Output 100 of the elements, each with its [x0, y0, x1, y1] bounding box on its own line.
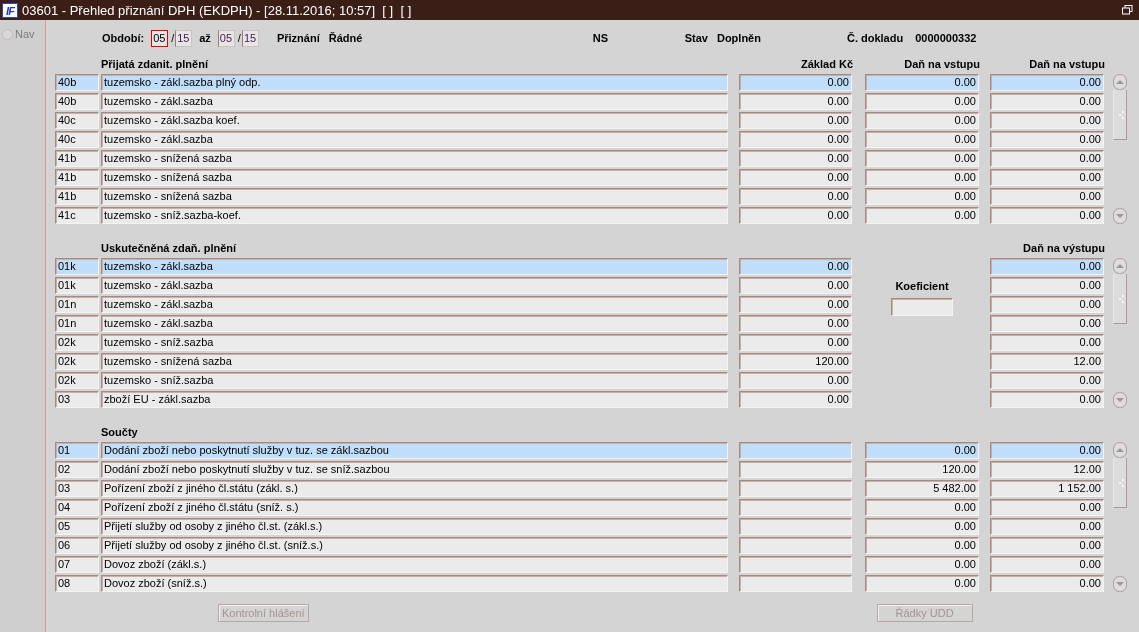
code-field[interactable]: 07 — [55, 556, 99, 573]
amount-field[interactable] — [739, 556, 852, 573]
code-field[interactable]: 01k — [55, 277, 99, 294]
code-field[interactable]: 41b — [55, 150, 99, 167]
amount-field[interactable] — [739, 575, 852, 592]
amount-field[interactable]: 12.00 — [990, 353, 1104, 370]
scroll-thumb[interactable] — [1113, 458, 1127, 508]
scroll-up-icon[interactable] — [1113, 74, 1128, 90]
description-field[interactable]: Dovoz zboží (sníž.s.) — [101, 575, 728, 592]
code-field[interactable]: 02k — [55, 353, 99, 370]
description-field[interactable]: tuzemsko - zákl.sazba — [101, 258, 728, 275]
amount-field[interactable]: 1 152.00 — [990, 480, 1104, 497]
code-field[interactable]: 02k — [55, 334, 99, 351]
code-field[interactable]: 40c — [55, 112, 99, 129]
description-field[interactable]: tuzemsko - zákl.sazba koef. — [101, 112, 728, 129]
coefficient-field[interactable] — [891, 298, 953, 316]
amount-field[interactable]: 0.00 — [990, 74, 1104, 91]
amount-field[interactable]: 0.00 — [865, 518, 979, 535]
amount-field[interactable]: 0.00 — [865, 188, 979, 205]
amount-field[interactable]: 0.00 — [990, 518, 1104, 535]
description-field[interactable]: tuzemsko - snížená sazba — [101, 188, 728, 205]
code-field[interactable]: 01 — [55, 442, 99, 459]
description-field[interactable]: tuzemsko - snížená sazba — [101, 150, 728, 167]
amount-field[interactable]: 0.00 — [990, 372, 1104, 389]
description-field[interactable]: Pořízení zboží z jiného čl.státu (zákl. s.) — [101, 480, 728, 497]
code-field[interactable]: 41b — [55, 169, 99, 186]
scroll-down-icon[interactable] — [1113, 576, 1128, 592]
description-field[interactable]: tuzemsko - zákl.sazba — [101, 93, 728, 110]
amount-field[interactable] — [739, 461, 852, 478]
code-field[interactable]: 03 — [55, 480, 99, 497]
amount-field[interactable]: 0.00 — [990, 131, 1104, 148]
amount-field[interactable]: 0.00 — [990, 315, 1104, 332]
description-field[interactable]: tuzemsko - sníž.sazba — [101, 334, 728, 351]
period-field[interactable]: 05 — [151, 29, 169, 47]
amount-field[interactable]: 0.00 — [990, 537, 1104, 554]
amount-field[interactable]: 0.00 — [739, 112, 852, 129]
amount-field[interactable]: 0.00 — [739, 188, 852, 205]
code-field[interactable]: 41c — [55, 207, 99, 224]
amount-field[interactable]: 0.00 — [739, 391, 852, 408]
amount-field[interactable]: 0.00 — [865, 499, 979, 516]
amount-field[interactable]: 0.00 — [990, 296, 1104, 313]
description-field[interactable]: tuzemsko - sníž.sazba — [101, 372, 728, 389]
code-field[interactable]: 40b — [55, 93, 99, 110]
period-field[interactable]: 05 — [217, 29, 235, 47]
code-field[interactable]: 01k — [55, 258, 99, 275]
description-field[interactable]: tuzemsko - zákl.sazba — [101, 315, 728, 332]
scroll-thumb[interactable] — [1113, 274, 1127, 324]
amount-field[interactable] — [739, 499, 852, 516]
description-field[interactable]: Dovoz zboží (zákl.s.) — [101, 556, 728, 573]
description-field[interactable]: tuzemsko - zákl.sazba — [101, 277, 728, 294]
amount-field[interactable]: 0.00 — [865, 150, 979, 167]
amount-field[interactable]: 0.00 — [865, 74, 979, 91]
period-field[interactable]: 15 — [175, 29, 193, 47]
period-field[interactable]: 15 — [241, 29, 259, 47]
code-field[interactable]: 01n — [55, 296, 99, 313]
amount-field[interactable]: 0.00 — [739, 131, 852, 148]
code-field[interactable]: 03 — [55, 391, 99, 408]
amount-field[interactable]: 0.00 — [739, 334, 852, 351]
amount-field[interactable]: 0.00 — [865, 93, 979, 110]
amount-field[interactable]: 0.00 — [865, 112, 979, 129]
amount-field[interactable]: 0.00 — [739, 277, 852, 294]
amount-field[interactable]: 0.00 — [865, 442, 979, 459]
amount-field[interactable] — [739, 537, 852, 554]
amount-field[interactable] — [739, 442, 852, 459]
amount-field[interactable]: 0.00 — [990, 575, 1104, 592]
amount-field[interactable]: 0.00 — [990, 334, 1104, 351]
amount-field[interactable]: 0.00 — [739, 93, 852, 110]
description-field[interactable]: tuzemsko - zákl.sazba — [101, 296, 728, 313]
amount-field[interactable]: 0.00 — [739, 315, 852, 332]
scroll-thumb[interactable] — [1113, 90, 1127, 140]
description-field[interactable]: tuzemsko - zákl.sazba plný odp. — [101, 74, 728, 91]
scroll-down-icon[interactable] — [1113, 208, 1128, 224]
code-field[interactable]: 04 — [55, 499, 99, 516]
description-field[interactable]: tuzemsko - sníž.sazba-koef. — [101, 207, 728, 224]
description-field[interactable]: Přijetí služby od osoby z jiného čl.st. (zákl.s.) — [101, 518, 728, 535]
description-field[interactable]: Přijetí služby od osoby z jiného čl.st. (sníž.s.) — [101, 537, 728, 554]
amount-field[interactable]: 0.00 — [990, 277, 1104, 294]
amount-field[interactable]: 0.00 — [739, 372, 852, 389]
amount-field[interactable]: 12.00 — [990, 461, 1104, 478]
scroll-up-icon[interactable] — [1113, 258, 1128, 274]
code-field[interactable]: 41b — [55, 188, 99, 205]
amount-field[interactable]: 0.00 — [865, 131, 979, 148]
scroll-up-icon[interactable] — [1113, 442, 1128, 458]
scroll-down-icon[interactable] — [1113, 392, 1128, 408]
amount-field[interactable]: 0.00 — [990, 442, 1104, 459]
code-field[interactable]: 05 — [55, 518, 99, 535]
code-field[interactable]: 40c — [55, 131, 99, 148]
amount-field[interactable]: 0.00 — [990, 93, 1104, 110]
amount-field[interactable]: 0.00 — [990, 207, 1104, 224]
amount-field[interactable] — [739, 518, 852, 535]
amount-field[interactable]: 0.00 — [865, 537, 979, 554]
amount-field[interactable]: 0.00 — [739, 74, 852, 91]
code-field[interactable]: 01n — [55, 315, 99, 332]
amount-field[interactable]: 5 482.00 — [865, 480, 979, 497]
amount-field[interactable]: 0.00 — [990, 499, 1104, 516]
amount-field[interactable]: 0.00 — [990, 188, 1104, 205]
description-field[interactable]: Dodání zboží nebo poskytnutí služby v tuz. se sníž.sazbou — [101, 461, 728, 478]
amount-field[interactable]: 0.00 — [990, 150, 1104, 167]
code-field[interactable]: 06 — [55, 537, 99, 554]
description-field[interactable]: zboží EU - zákl.sazba — [101, 391, 728, 408]
